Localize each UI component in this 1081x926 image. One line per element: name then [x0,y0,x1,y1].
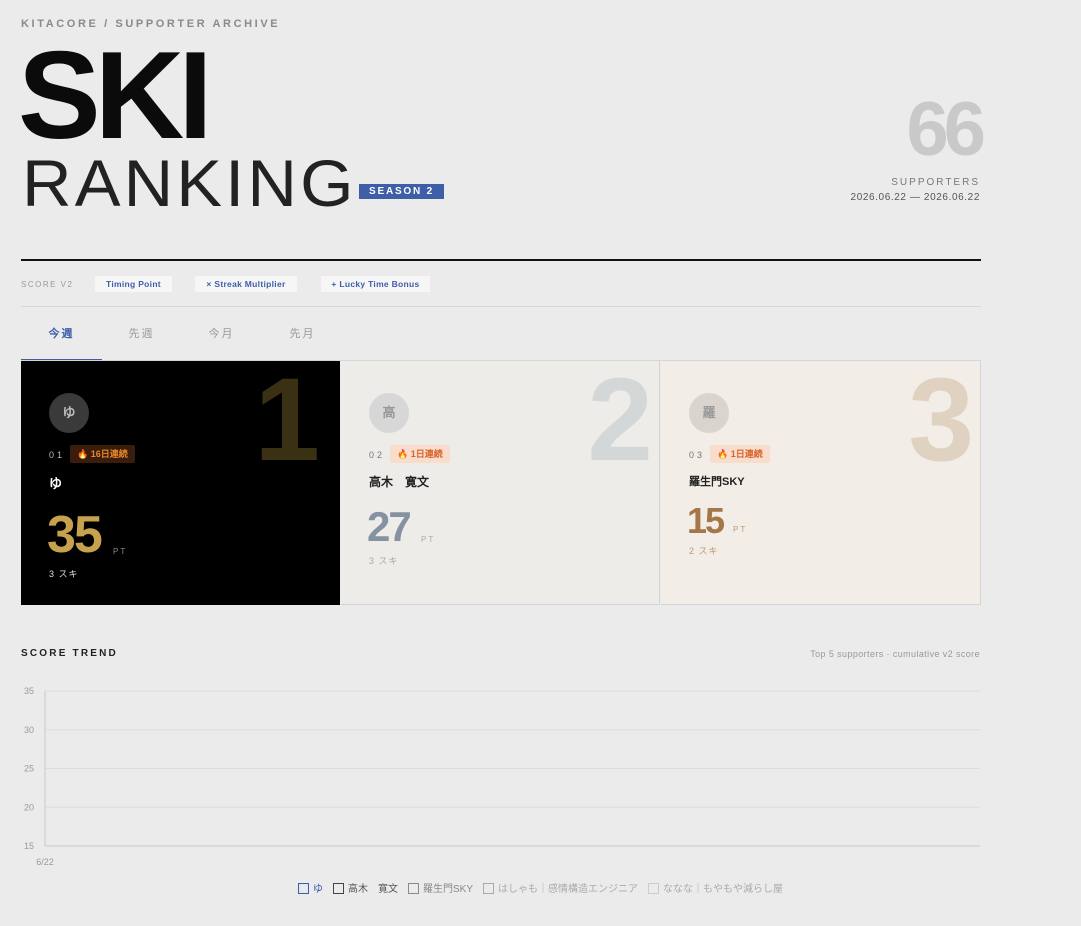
score-value: 35 [47,506,103,564]
ranking-card-1[interactable]: 1 ゆ 01 🔥 16日連続 ゆ 35 PT 3 スキ [21,361,340,605]
ranking-card-2[interactable]: 2 高 02 🔥 1日連続 高木 寛文 27 PT 3 スキ [341,361,660,605]
legend-swatch [297,883,309,894]
page-title-ski: SKI [18,27,213,165]
streak-badge: 🔥 1日連続 [390,445,450,463]
score-unit: PT [733,525,748,534]
rank-number: 2 [587,361,653,486]
legend-label: ゆ [312,884,323,895]
streak-badge: 🔥 16日連続 [70,445,135,463]
score-trend-title: SCORE TREND [21,648,118,659]
avatar: ゆ [49,393,89,433]
chip-streak-multiplier: × Streak Multiplier [195,276,297,292]
ski-count: 2 スキ [689,546,719,556]
legend-item[interactable]: はしゃも｜感情構造エンジニア [483,880,638,895]
chip-timing-point: Timing Point [95,276,172,292]
score-unit: PT [113,547,128,556]
tab-this-week[interactable]: 今週 [21,318,102,361]
tab-last-week[interactable]: 先週 [101,318,182,360]
legend-swatch [648,883,659,894]
legend-label: 高木 寛文 [347,884,398,895]
legend-swatch [332,883,344,894]
header-divider [21,259,981,261]
ranking-card-3[interactable]: 3 羅 03 🔥 1日連続 羅生門SKY 15 PT 2 スキ [661,361,981,605]
score-trend-chart: 15 20 25 30 35 6/22 [24,686,980,867]
legend-label: はしゃも｜感情構造エンジニア [498,884,638,895]
legend-item[interactable]: ななな｜もやもや減らし屋 [648,880,783,895]
score-trend-subtitle: Top 5 supporters · cumulative v2 score [810,649,980,659]
y-tick-label: 15 [24,841,34,851]
date-range: 2026.06.22 — 2026.06.22 [850,192,980,203]
y-tick-label: 35 [24,686,34,696]
y-tick-label: 20 [24,802,34,812]
rank-label: 03 [689,450,706,460]
tab-last-month[interactable]: 先月 [262,318,343,360]
y-tick-label: 25 [24,764,34,774]
legend-item[interactable]: ゆ [297,880,323,895]
legend-swatch [483,883,494,894]
score-divider [21,306,981,307]
chart-legend: ゆ 高木 寛文 羅生門SKY はしゃも｜感情構造エンジニア ななな｜もやもや減らし屋 [0,880,1081,895]
tab-this-month[interactable]: 今月 [181,318,262,360]
legend-label: ななな｜もやもや減らし屋 [663,884,783,895]
avatar: 羅 [689,393,729,433]
legend-item[interactable]: 羅生門SKY [407,880,473,895]
rank-label: 02 [369,450,386,460]
score-value: 15 [687,500,725,541]
season-badge: SEASON 2 [359,184,444,199]
supporter-count: 66 [906,87,986,172]
supporter-count-label: SUPPORTERS [891,177,980,188]
rank-label: 01 [49,450,66,460]
legend-swatch [407,883,419,894]
legend-item[interactable]: 高木 寛文 [332,880,398,895]
score-value: 27 [367,503,412,550]
legend-label: 羅生門SKY [422,884,473,895]
supporter-name: ゆ [49,476,63,491]
supporter-name: 高木 寛文 [369,475,430,489]
score-version-label: SCORE V2 [21,280,74,289]
page-title-ranking: RANKING [22,146,357,220]
supporter-name: 羅生門SKY [689,476,745,488]
x-tick-label: 6/22 [36,857,54,867]
chip-lucky-time-bonus: + Lucky Time Bonus [321,276,430,292]
avatar: 高 [369,393,409,433]
ski-count: 3 スキ [369,556,399,566]
streak-badge: 🔥 1日連続 [710,445,770,463]
y-tick-label: 30 [24,725,34,735]
ski-count: 3 スキ [49,569,79,579]
rank-number: 3 [908,361,974,486]
rank-number: 1 [254,361,320,486]
score-unit: PT [421,535,436,544]
